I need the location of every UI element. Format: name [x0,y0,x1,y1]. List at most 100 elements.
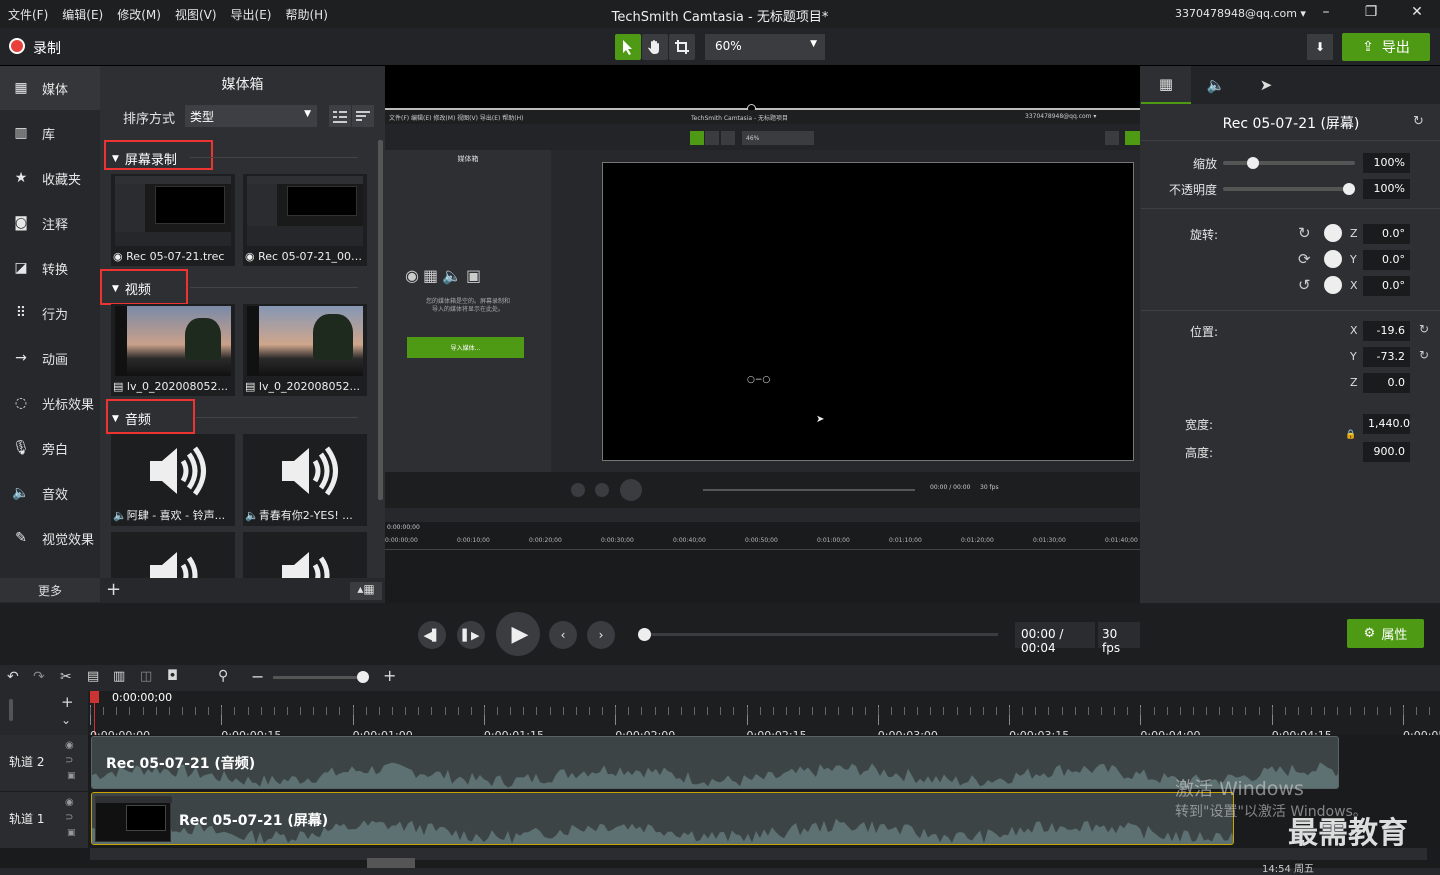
more-button[interactable]: 更多 [0,578,100,602]
play-button[interactable]: ▶ [496,612,540,656]
timeline-scrollbar[interactable] [90,848,1427,860]
redo-icon[interactable]: ↷ [33,669,45,685]
media-thumb-audio-1[interactable]: 🔈阿肆 - 喜欢 - 铃声... [111,434,235,526]
sidebar-item-behaviors[interactable]: ⠿ 行为 [0,291,100,335]
sidebar-item-audio-effects[interactable]: 🔈 音效 [0,471,100,515]
pan-tool-button[interactable] [642,34,668,60]
add-media-button[interactable]: + [106,579,121,600]
sort-select[interactable]: 类型 ▼ [185,105,317,127]
opacity-slider[interactable] [1223,187,1355,191]
grid-view-button[interactable]: ▴▦ [350,582,382,600]
minimize-button[interactable]: – [1315,4,1337,24]
sidebar-item-media[interactable]: ▦ 媒体 [0,66,100,110]
audio-clip[interactable]: Rec 05-07-21 (音频) [91,736,1339,789]
scale-slider[interactable] [1223,161,1355,165]
sidebar-item-transitions[interactable]: ◪ 转换 [0,246,100,290]
sidebar-item-cursor-effects[interactable]: ◌ 光标效果 [0,381,100,425]
opacity-slider-knob[interactable] [1343,183,1355,195]
sidebar-item-library[interactable]: ▥ 库 [0,111,100,155]
rotation-y-field[interactable]: 0.0° [1363,250,1410,270]
timeline-zoom-knob[interactable] [357,671,369,683]
audio-lock-icon[interactable]: ⊃ [65,812,73,823]
properties-button[interactable]: ⚙ 属性 [1347,619,1424,648]
opacity-field[interactable]: 100% [1363,179,1410,199]
sidebar-item-animations[interactable]: → 动画 [0,336,100,380]
position-z-field[interactable]: 0.0 [1363,373,1410,393]
tab-cursor[interactable]: ➤ [1241,66,1291,104]
lock-icon[interactable]: 🔒 [1345,430,1356,440]
eye-icon[interactable]: ◉ [65,797,74,808]
rotate-y-dial[interactable] [1324,250,1342,268]
reset-icon[interactable]: ↻ [1419,348,1429,362]
audio-lock-icon[interactable]: ⊃ [65,755,73,766]
reset-icon[interactable]: ↻ [1413,114,1424,129]
scrubber-track[interactable] [643,633,998,636]
record-button[interactable]: 录制 [33,38,61,58]
menu-edit[interactable]: 编辑(E) [62,6,103,23]
zoom-icon[interactable]: ⚲ [218,668,228,684]
width-field[interactable]: 1,440.0 [1363,414,1410,434]
copy-icon[interactable]: ▤ [87,669,99,684]
lock-icon[interactable]: ▣ [67,771,76,781]
rotation-z-field[interactable]: 0.0° [1363,224,1410,244]
download-button[interactable]: ⬇ [1307,34,1333,60]
add-track-button[interactable]: + [61,693,74,711]
export-button[interactable]: ⇪ 导出 [1342,33,1430,61]
zoom-select[interactable]: 60% ▼ [705,34,825,60]
section-screen-recordings[interactable]: ▼ 屏幕录制 [112,149,177,168]
tab-audio[interactable]: 🔈 [1191,66,1241,104]
height-field[interactable]: 900.0 [1363,442,1410,462]
screen-clip[interactable]: Rec 05-07-21 (屏幕) [91,792,1234,845]
sidebar-item-favorites[interactable]: ★ 收藏夹 [0,156,100,200]
previous-marker-button[interactable]: ‹ [549,621,577,649]
sort-order-button[interactable] [352,105,374,127]
rotate-x-dial[interactable] [1324,276,1342,294]
media-thumb-audio-2[interactable]: 🔈青春有你2-YES! ... [243,434,367,526]
step-forward-button[interactable]: ▌▶ [457,621,485,649]
position-x-field[interactable]: -19.6 [1363,321,1410,341]
zoom-out-button[interactable]: − [251,667,264,686]
section-audio[interactable]: ▼ 音频 [112,409,151,428]
timeline-scroll-thumb[interactable] [367,858,415,868]
sidebar-item-visual-effects[interactable]: ✎ 视觉效果 [0,516,100,560]
rotate-z-dial[interactable] [1324,224,1342,242]
menu-export[interactable]: 导出(E) [231,6,272,23]
eye-icon[interactable]: ◉ [65,740,74,751]
close-button[interactable]: ✕ [1406,4,1428,24]
camera-icon[interactable]: ◘ [167,668,178,684]
menu-help[interactable]: 帮助(H) [285,6,327,23]
media-bin-scrollbar[interactable] [378,140,383,500]
record-icon[interactable] [9,38,25,54]
media-thumb-audio-3[interactable] [111,532,235,578]
menu-file[interactable]: 文件(F) [8,6,48,23]
menu-modify[interactable]: 修改(M) [117,6,161,23]
section-video[interactable]: ▼ 视频 [112,279,151,298]
scale-slider-knob[interactable] [1247,157,1259,169]
zoom-in-button[interactable]: + [383,666,396,685]
media-thumb-video-2[interactable]: ▤ lv_0_202008052... [243,304,367,396]
track-height-slider[interactable] [9,699,13,721]
playhead-head[interactable] [90,691,99,703]
media-thumb-audio-4[interactable] [243,532,367,578]
sidebar-item-narration[interactable]: 🎙 旁白 [0,426,100,470]
sidebar-item-annotations[interactable]: ◙ 注释 [0,201,100,245]
media-thumb-screen-2[interactable]: ◉ Rec 05-07-21_001... [243,174,367,266]
cut-icon[interactable]: ✂ [60,669,72,685]
reset-icon[interactable]: ↻ [1419,322,1429,336]
rotation-x-field[interactable]: 0.0° [1363,276,1410,296]
media-thumb-video-1[interactable]: ▤ lv_0_202008052... [111,304,235,396]
undo-icon[interactable]: ↶ [7,669,19,685]
maximize-button[interactable]: ❐ [1360,4,1382,24]
account-menu[interactable]: 3370478948@qq.com ▾ [1175,7,1306,20]
position-y-field[interactable]: -73.2 [1363,347,1410,367]
select-tool-button[interactable] [615,34,641,60]
chevron-down-icon[interactable]: ⌄ [61,713,71,727]
track-1-header[interactable]: 轨道 1 ◉ ⊃ ▣ [0,792,88,848]
preview-canvas[interactable]: 文件(F) 编辑(E) 修改(M) 视图(V) 导出(E) 帮助(H) Tech… [385,66,1140,603]
list-view-button[interactable] [329,105,351,127]
scrubber-knob[interactable] [638,628,651,641]
previous-frame-button[interactable]: ◀▌ [418,621,446,649]
track-2-header[interactable]: 轨道 2 ◉ ⊃ ▣ [0,735,88,791]
media-thumb-screen-1[interactable]: ◉ Rec 05-07-21.trec [111,174,235,266]
split-icon[interactable]: ◫ [140,669,152,684]
